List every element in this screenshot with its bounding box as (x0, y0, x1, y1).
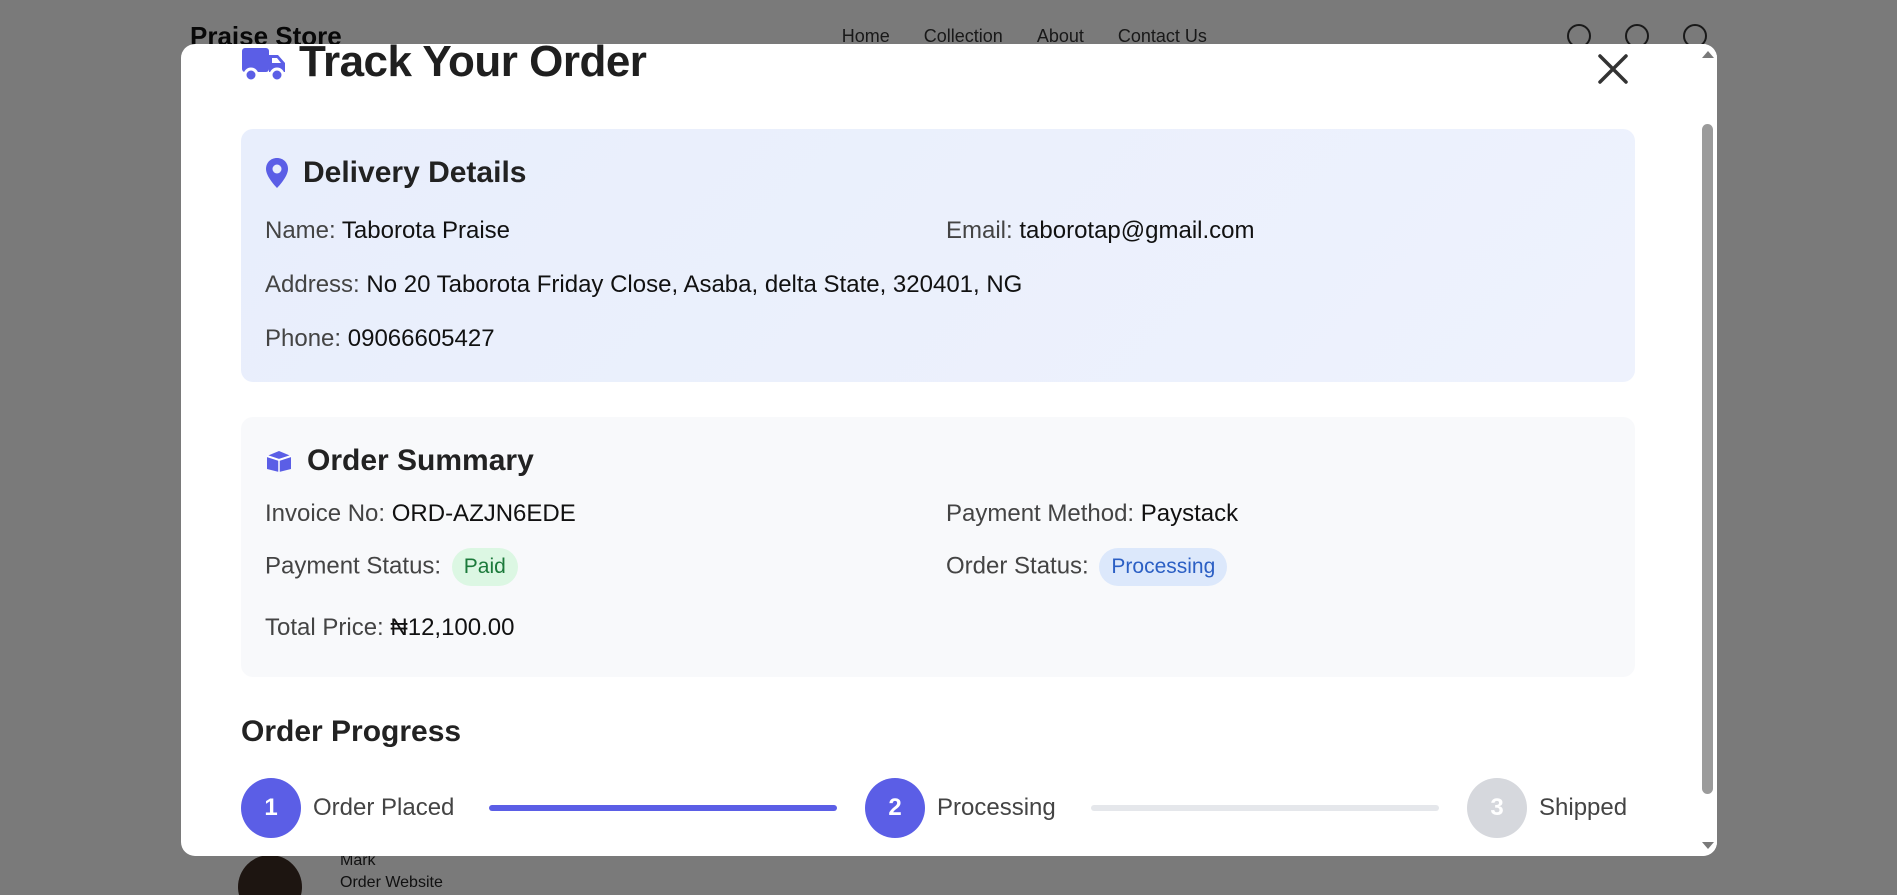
payment-method-label: Payment Method: (946, 500, 1135, 527)
scroll-down-arrow[interactable] (1702, 840, 1714, 852)
step-label: Processing (937, 794, 1056, 821)
payment-method-value: Paystack (1140, 500, 1239, 527)
progress-step-shipped: 3 Shipped (1467, 778, 1627, 838)
name-value: Taborota Praise (341, 217, 511, 244)
order-progress-heading: Order Progress (241, 715, 462, 748)
step-label: Shipped (1539, 794, 1628, 821)
phone-value: 09066605427 (347, 325, 495, 352)
step-number: 2 (865, 778, 925, 838)
name-field: Name: Taborota Praise (265, 217, 510, 245)
modal-scrollbar[interactable] (1699, 44, 1717, 856)
address-label: Address: (265, 271, 360, 298)
close-icon (1598, 54, 1628, 84)
delivery-details-card: Delivery Details Name: Taborota Praise E… (241, 129, 1635, 382)
address-field: Address: No 20 Taborota Friday Close, As… (265, 271, 1022, 299)
delivery-heading-text: Delivery Details (303, 156, 527, 189)
phone-label: Phone: (265, 325, 342, 352)
invoice-field: Invoice No: ORD-AZJN6EDE (265, 500, 576, 528)
box-icon (265, 449, 293, 473)
total-price-value: ₦12,100.00 (390, 614, 515, 641)
order-status-field: Order Status: Processing (946, 548, 1228, 586)
payment-method-field: Payment Method: Paystack (946, 500, 1238, 528)
phone-field: Phone: 09066605427 (265, 325, 495, 353)
map-pin-icon (265, 157, 289, 189)
progress-step-processing: 2 Processing (865, 778, 1056, 838)
address-value: No 20 Taborota Friday Close, Asaba, delt… (366, 271, 1023, 298)
order-status-label: Order Status: (946, 552, 1089, 580)
order-summary-card: Order Summary Invoice No: ORD-AZJN6EDE P… (241, 417, 1635, 677)
summary-heading-text: Order Summary (307, 444, 534, 477)
invoice-value: ORD-AZJN6EDE (391, 500, 576, 527)
payment-status-label: Payment Status: (265, 552, 442, 580)
payment-status-field: Payment Status: Paid (265, 548, 518, 586)
track-order-modal: Track Your Order Delivery Details Name: … (181, 44, 1717, 856)
modal-title: Track Your Order (299, 44, 647, 86)
close-button[interactable] (1592, 48, 1634, 90)
modal-header: Track Your Order (241, 44, 1621, 88)
order-summary-heading: Order Summary (265, 444, 534, 478)
truck-icon (241, 44, 287, 84)
email-value: taborotap@gmail.com (1019, 217, 1255, 244)
step-label: Order Placed (313, 794, 455, 821)
delivery-details-heading: Delivery Details (265, 156, 526, 190)
total-price-label: Total Price: (265, 614, 384, 641)
step-number: 1 (241, 778, 301, 838)
step-number: 3 (1467, 778, 1527, 838)
progress-connector-1 (489, 805, 837, 811)
email-label: Email: (946, 217, 1013, 244)
scroll-up-arrow[interactable] (1702, 48, 1714, 60)
payment-status-badge: Paid (451, 548, 518, 586)
total-price-field: Total Price: ₦12,100.00 (265, 614, 515, 642)
progress-step-order-placed: 1 Order Placed (241, 778, 454, 838)
invoice-label: Invoice No: (265, 500, 386, 527)
order-status-badge: Processing (1099, 548, 1228, 586)
scrollbar-thumb[interactable] (1702, 124, 1713, 794)
progress-connector-2 (1091, 805, 1439, 811)
email-field: Email: taborotap@gmail.com (946, 217, 1255, 245)
name-label: Name: (265, 217, 336, 244)
